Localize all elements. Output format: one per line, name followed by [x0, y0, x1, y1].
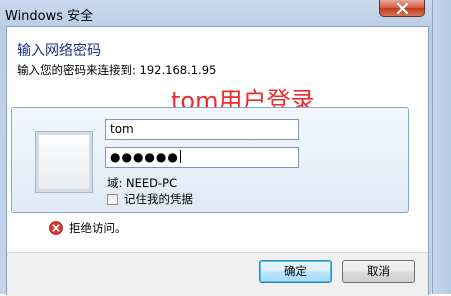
username-input[interactable]: tom: [105, 119, 299, 140]
ok-button[interactable]: 确定: [259, 260, 332, 283]
dialog-frame: Windows 安全 输入网络密码 输入您的密码来连接到: 192.168.1.…: [0, 0, 451, 296]
background-window-edge: [432, 0, 451, 294]
dialog-content: 输入网络密码 输入您的密码来连接到: 192.168.1.95 tom用户登录 …: [6, 26, 429, 296]
credential-tile[interactable]: tom ●●●●●● 域: NEED-PC 记住我的凭据: [11, 107, 409, 213]
remember-credentials[interactable]: 记住我的凭据: [107, 191, 193, 207]
domain-label: 域: NEED-PC: [107, 176, 178, 190]
password-input[interactable]: ●●●●●●: [105, 147, 299, 168]
close-button[interactable]: [379, 0, 425, 17]
close-icon: [396, 3, 409, 14]
window-title: Windows 安全: [5, 9, 94, 24]
text-caret: [179, 150, 181, 163]
error-text: 拒绝访问。: [69, 221, 127, 235]
connect-description: 输入您的密码来连接到: 192.168.1.95: [17, 63, 217, 77]
username-value: tom: [110, 122, 134, 136]
error-message: 拒绝访问。: [49, 220, 127, 236]
cancel-button[interactable]: 取消: [342, 260, 415, 283]
remember-checkbox[interactable]: [107, 194, 118, 205]
password-value: ●●●●●●: [110, 150, 179, 164]
dialog-heading: 输入网络密码: [17, 43, 101, 59]
user-tile: [36, 132, 92, 192]
button-bar: 确定 取消: [7, 252, 428, 296]
title-bar[interactable]: Windows 安全: [0, 0, 451, 26]
error-icon: [49, 221, 63, 235]
remember-label: 记住我的凭据: [124, 192, 193, 206]
